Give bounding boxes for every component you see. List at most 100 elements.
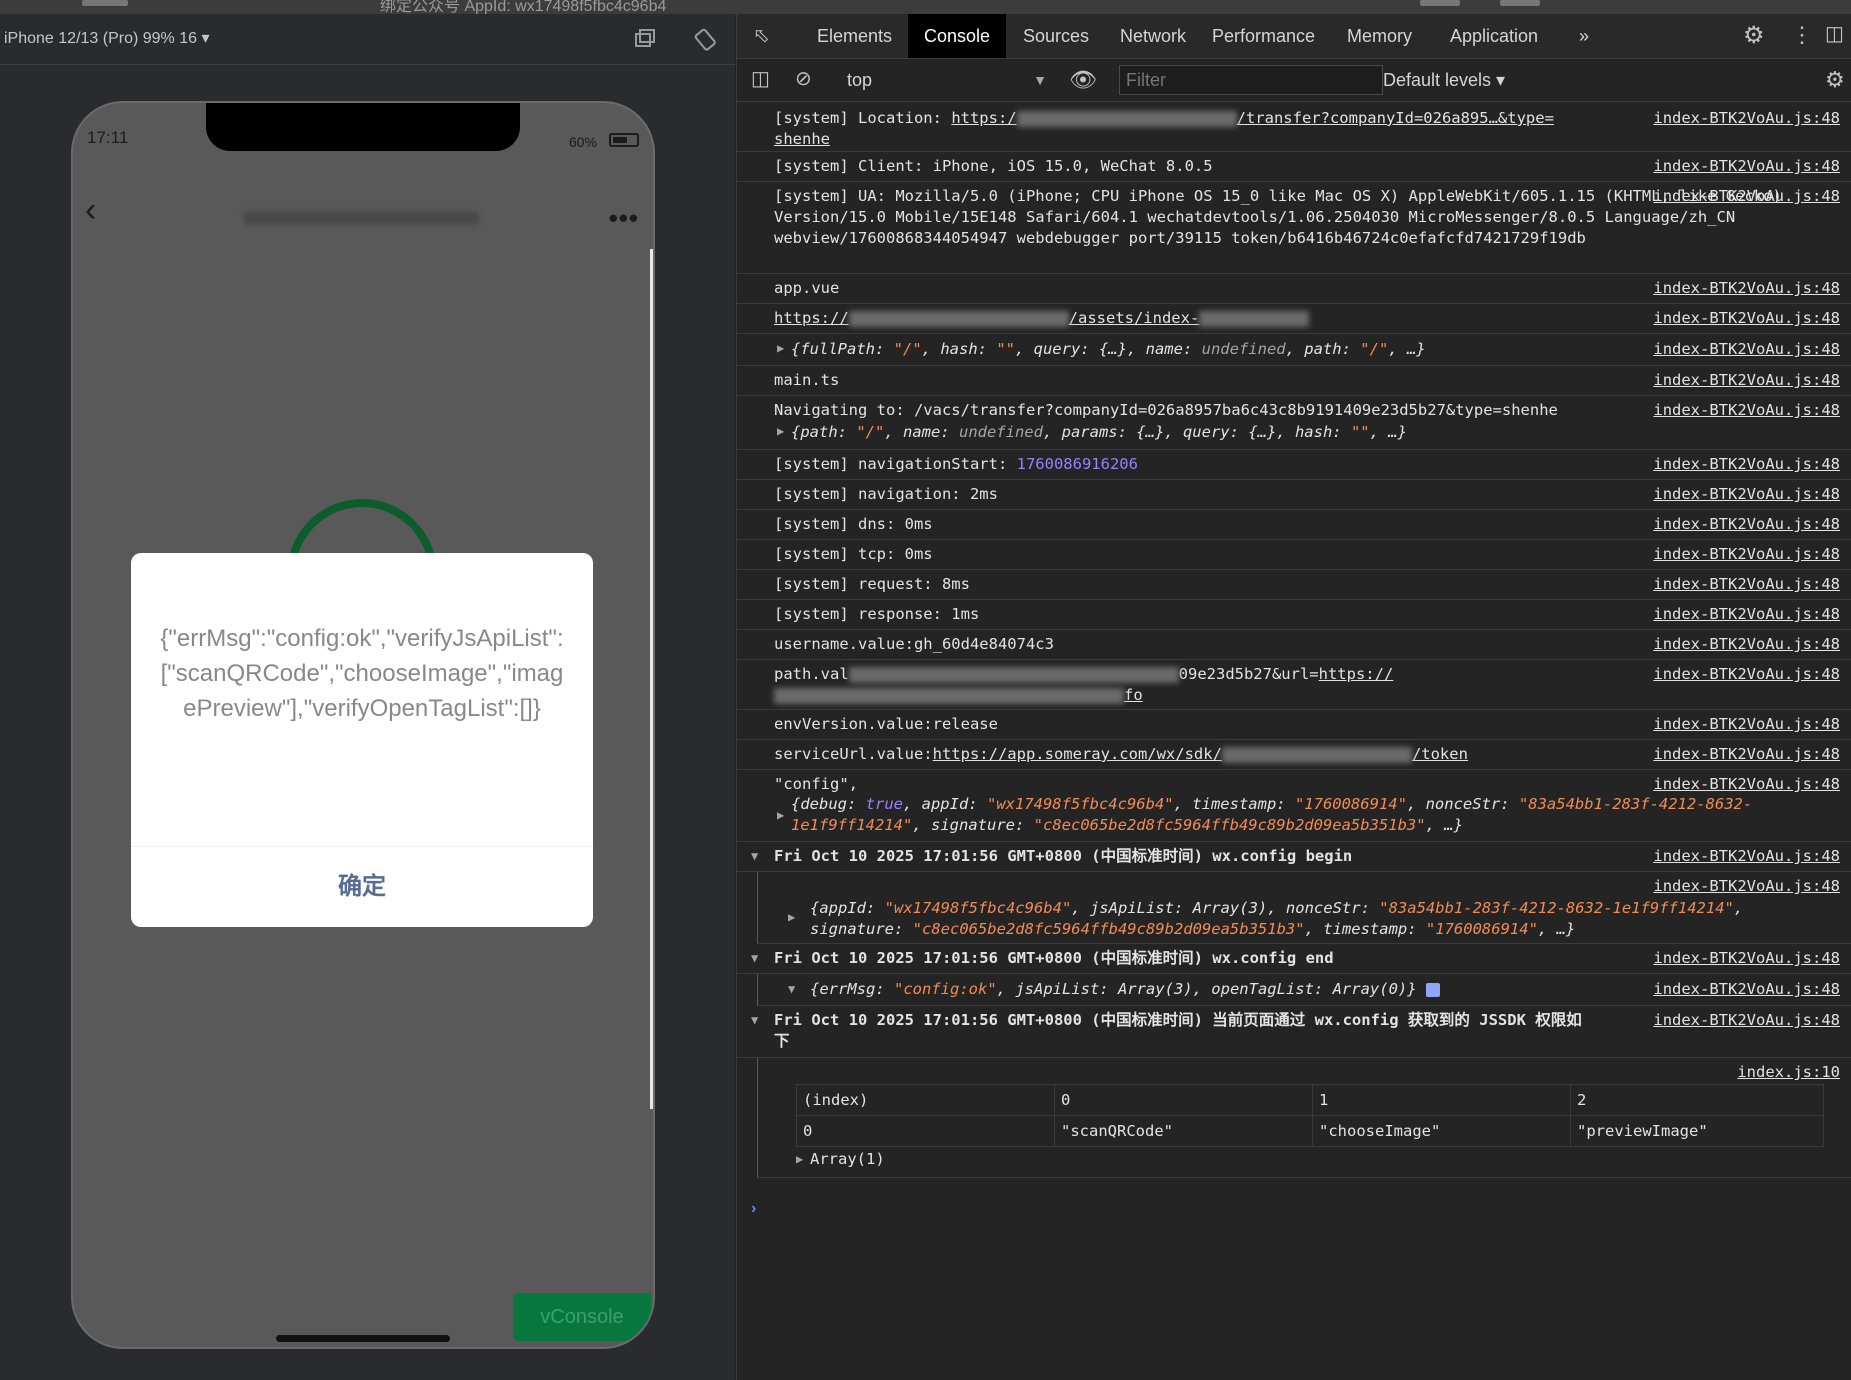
tab-application[interactable]: Application <box>1434 14 1554 58</box>
table-header[interactable]: 0 <box>1054 1084 1313 1116</box>
source-link[interactable]: index-BTK2VoAu.js:48 <box>1653 744 1840 765</box>
settings-icon[interactable]: ⚙ <box>1743 24 1765 48</box>
log-object[interactable]: {appId: "wx17498f5fbc4c96b4", jsApiList:… <box>810 898 1840 940</box>
log-message: Fri Oct 10 2025 17:01:56 GMT+0800 (中国标准时… <box>774 847 1353 865</box>
battery-percent: 60% <box>568 134 597 150</box>
source-link[interactable]: index-BTK2VoAu.js:48 <box>1653 278 1840 299</box>
console-prompt[interactable]: › <box>751 1200 756 1218</box>
page-scrollbar[interactable] <box>650 249 653 1109</box>
log-object[interactable]: {debug: true, appId: "wx17498f5fbc4c96b4… <box>791 794 1828 836</box>
log-link[interactable]: https:// <box>1319 665 1394 683</box>
log-object[interactable]: {errMsg: "config:ok", jsApiList: Array(3… <box>810 979 1582 1000</box>
log-row: [system] request: 8ms index-BTK2VoAu.js:… <box>737 570 1851 600</box>
log-link[interactable]: shenhe <box>774 130 830 148</box>
console-table: (index) 0 1 2 0 "scanQRCode" "chooseImag… <box>796 1084 1824 1147</box>
log-object[interactable]: {path: "/", name: undefined, params: {…}… <box>791 422 1582 443</box>
redacted-text <box>848 666 1179 683</box>
source-link[interactable]: index-BTK2VoAu.js:48 <box>1653 339 1840 360</box>
settings-icon[interactable]: ⚙ <box>1825 69 1845 91</box>
rotate-icon[interactable] <box>693 26 719 52</box>
source-link[interactable]: index-BTK2VoAu.js:48 <box>1653 400 1840 421</box>
log-message: [system] navigationStart: 1760086916206 <box>774 455 1138 473</box>
vconsole-button[interactable]: vConsole <box>513 1293 651 1341</box>
collapse-icon[interactable]: ▼ <box>788 982 795 996</box>
log-group-header[interactable]: ▼ Fri Oct 10 2025 17:01:56 GMT+0800 (中国标… <box>737 1006 1851 1058</box>
source-link[interactable]: index-BTK2VoAu.js:48 <box>1653 948 1840 969</box>
expand-icon[interactable]: ▶ <box>788 910 795 924</box>
source-link[interactable]: index-BTK2VoAu.js:48 <box>1653 1010 1840 1031</box>
table-cell: 0 <box>796 1115 1055 1147</box>
expand-icon[interactable]: ▶ <box>777 341 784 355</box>
log-message: [system] Client: iPhone, iOS 15.0, WeCha… <box>774 157 1213 175</box>
tab-memory[interactable]: Memory <box>1331 14 1428 58</box>
source-link[interactable]: index-BTK2VoAu.js:48 <box>1653 634 1840 655</box>
source-link[interactable]: index-BTK2VoAu.js:48 <box>1653 774 1840 795</box>
eye-icon[interactable]: 👁 <box>1069 69 1097 91</box>
log-group-header[interactable]: ▼ Fri Oct 10 2025 17:01:56 GMT+0800 (中国标… <box>737 842 1851 872</box>
log-link[interactable]: https:/ <box>951 109 1016 127</box>
clear-console-icon[interactable]: ⊘ <box>795 69 812 89</box>
table-header[interactable]: (index) <box>796 1084 1055 1116</box>
dock-icon[interactable]: ◫ <box>1825 24 1844 44</box>
source-link[interactable]: index-BTK2VoAu.js:48 <box>1653 604 1840 625</box>
log-group-header[interactable]: ▼ Fri Oct 10 2025 17:01:56 GMT+0800 (中国标… <box>737 944 1851 974</box>
window-icon[interactable] <box>632 26 658 52</box>
table-row: 0 "scanQRCode" "chooseImage" "previewIma… <box>796 1115 1824 1147</box>
expand-icon[interactable]: ▶ <box>777 424 784 438</box>
log-row: [system] tcp: 0ms index-BTK2VoAu.js:48 <box>737 540 1851 570</box>
collapse-icon[interactable]: ▼ <box>751 849 758 863</box>
tab-performance[interactable]: Performance <box>1196 14 1331 58</box>
source-link[interactable]: index-BTK2VoAu.js:48 <box>1653 514 1840 535</box>
source-link[interactable]: index-BTK2VoAu.js:48 <box>1653 156 1840 177</box>
log-message: [system] dns: 0ms <box>774 515 933 533</box>
table-header[interactable]: 1 <box>1312 1084 1571 1116</box>
source-link[interactable]: index-BTK2VoAu.js:48 <box>1653 664 1840 685</box>
device-selector[interactable]: iPhone 12/13 (Pro) 99% 16 ▾ <box>4 28 210 48</box>
source-link[interactable]: index-BTK2VoAu.js:48 <box>1653 714 1840 735</box>
source-link[interactable]: index.js:10 <box>1737 1062 1840 1083</box>
expand-icon[interactable]: ▶ <box>777 808 784 822</box>
source-link[interactable]: index-BTK2VoAu.js:48 <box>1653 979 1840 1000</box>
collapse-icon[interactable]: ▼ <box>751 951 758 965</box>
expand-icon[interactable]: ▶ <box>796 1152 803 1166</box>
log-message: [system] tcp: 0ms <box>774 545 933 563</box>
source-link[interactable]: index-BTK2VoAu.js:48 <box>1653 454 1840 475</box>
source-link[interactable]: index-BTK2VoAu.js:48 <box>1653 876 1840 897</box>
log-link[interactable]: fo <box>1124 686 1143 704</box>
more-tabs-button[interactable]: » <box>1563 14 1605 58</box>
more-icon[interactable]: ••• <box>609 203 639 234</box>
log-object[interactable]: Array(1) <box>810 1149 1582 1170</box>
source-link[interactable]: index-BTK2VoAu.js:48 <box>1653 370 1840 391</box>
page-title-blurred <box>243 211 479 225</box>
log-object[interactable]: {fullPath: "/", hash: "", query: {…}, na… <box>791 339 1582 360</box>
confirm-button[interactable]: 确定 <box>131 847 593 927</box>
titlebar-blurred-text <box>1420 0 1460 6</box>
context-selector[interactable]: top ▼ <box>847 59 1047 101</box>
inspect-element-icon[interactable]: ⬁ <box>753 26 770 46</box>
log-link[interactable]: /transfer?companyId=026a895…&type= <box>1237 109 1554 127</box>
source-link[interactable]: index-BTK2VoAu.js:48 <box>1653 484 1840 505</box>
log-link[interactable]: https:// <box>774 309 849 327</box>
tab-console[interactable]: Console <box>908 14 1007 58</box>
source-link[interactable]: index-BTK2VoAu.js:48 <box>1653 308 1840 329</box>
source-link[interactable]: index-BTK2VoAu.js:48 <box>1653 108 1840 129</box>
console-log: [system] Location: https://transfer?comp… <box>737 102 1851 1378</box>
log-link[interactable]: /assets/index- <box>1069 309 1200 327</box>
source-link[interactable]: index-BTK2VoAu.js:48 <box>1653 186 1840 207</box>
tab-elements[interactable]: Elements <box>801 14 908 58</box>
source-link[interactable]: index-BTK2VoAu.js:48 <box>1653 846 1840 867</box>
collapse-icon[interactable]: ▼ <box>751 1013 758 1027</box>
table-header[interactable]: 2 <box>1570 1084 1824 1116</box>
filter-input[interactable] <box>1119 65 1383 95</box>
sidebar-toggle-icon[interactable]: ◫ <box>751 69 770 89</box>
kebab-menu-icon[interactable]: ⋮ <box>1791 24 1813 46</box>
log-link[interactable]: /token <box>1412 745 1468 763</box>
source-link[interactable]: index-BTK2VoAu.js:48 <box>1653 574 1840 595</box>
tab-sources[interactable]: Sources <box>1007 14 1105 58</box>
source-link[interactable]: index-BTK2VoAu.js:48 <box>1653 544 1840 565</box>
back-icon[interactable]: ‹ <box>85 191 96 230</box>
log-levels-dropdown[interactable]: Default levels ▾ <box>1383 59 1505 101</box>
log-row: [system] navigation: 2ms index-BTK2VoAu.… <box>737 480 1851 510</box>
log-link[interactable]: https://app.someray.com/wx/sdk/ <box>933 745 1222 763</box>
tab-network[interactable]: Network <box>1104 14 1202 58</box>
